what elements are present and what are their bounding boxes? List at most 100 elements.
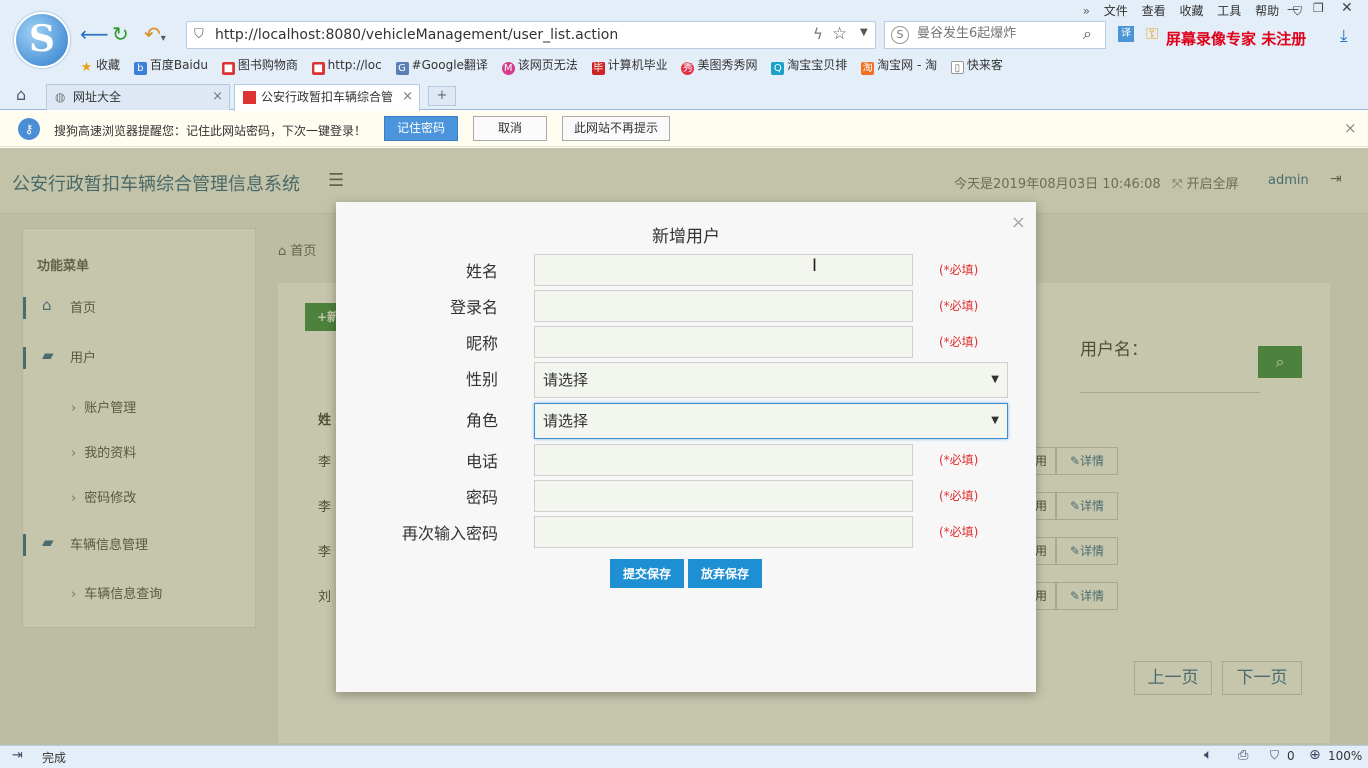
zoom-icon[interactable]: ⊕ xyxy=(1309,747,1321,763)
required-hint: (*必填) xyxy=(939,453,979,467)
bookmark-item[interactable]: ★ 收藏 xyxy=(80,56,120,74)
close-tab-icon[interactable]: × xyxy=(212,85,223,109)
caret-down-icon: ▼ xyxy=(991,374,999,385)
select-value: 请选择 xyxy=(543,412,589,430)
nickname-input[interactable] xyxy=(534,326,913,358)
add-user-modal: 新增用户 × 姓名 (*必填) 登录名 (*必填) 昵称 (*必填) 性别 请选… xyxy=(336,202,1036,692)
phone-input[interactable] xyxy=(534,444,913,476)
page-favicon-icon xyxy=(243,91,256,104)
close-tab-icon[interactable]: × xyxy=(402,85,413,109)
field-label-name: 姓名 xyxy=(465,262,498,281)
caret-down-icon: ▼ xyxy=(991,415,999,426)
menu-file[interactable]: 文件 xyxy=(1104,4,1128,18)
globe-icon: ◍ xyxy=(55,90,66,104)
bookmark-item[interactable]: 淘淘宝网 - 淘 xyxy=(861,56,937,75)
status-text: 完成 xyxy=(42,751,67,765)
info-message: 搜狗高速浏览器提醒您：记住此网站密码，下次一键登录！ xyxy=(54,124,367,138)
menu-bar: » 文件 查看 收藏 工具 帮助 ⛉ xyxy=(1073,2,1302,19)
zoom-level[interactable]: 100% xyxy=(1328,749,1362,763)
key-icon[interactable]: ⚿ xyxy=(1146,24,1158,44)
bookmarks-bar: ★ 收藏 b 百度Baidu ■ 图书购物商 ■ http://loc G #Google… xyxy=(80,56,1013,76)
more-icon[interactable]: » xyxy=(1083,4,1090,18)
refresh-icon[interactable]: ↻ xyxy=(112,22,129,46)
tab-nav[interactable]: ◍ 网址大全 × xyxy=(46,84,230,110)
recorder-watermark: 屏幕录像专家 未注册 xyxy=(1166,30,1307,48)
chevron-down-icon[interactable]: ▼ xyxy=(860,27,868,38)
home-icon[interactable]: ⌂ xyxy=(16,85,26,104)
cancel-button[interactable]: 取消 xyxy=(473,116,547,141)
bookmark-item[interactable]: ■ 图书购物商 xyxy=(221,56,298,75)
modal-title: 新增用户 xyxy=(652,227,720,247)
search-input[interactable] xyxy=(917,26,1077,41)
menu-favorites[interactable]: 收藏 xyxy=(1179,4,1203,18)
name-input[interactable] xyxy=(534,254,913,286)
field-label-confirm-password: 再次输入密码 xyxy=(401,524,498,543)
required-hint: (*必填) xyxy=(939,525,979,539)
bookmark-item[interactable]: 秀美图秀秀网 xyxy=(681,56,757,75)
never-remind-button[interactable]: 此网站不再提示 xyxy=(562,116,670,141)
menu-tools[interactable]: 工具 xyxy=(1217,4,1241,18)
password-input[interactable] xyxy=(534,480,913,512)
download-icon[interactable]: ⤓ xyxy=(1340,26,1348,46)
sidebar-toggle-icon[interactable]: ⇥ xyxy=(12,748,23,763)
remember-password-button[interactable]: 记住密码 xyxy=(384,116,458,141)
close-icon[interactable]: × xyxy=(1344,119,1357,137)
back-arrow-icon[interactable]: ⟵ xyxy=(80,22,109,46)
browser-toolbar: S ⟵ ↻ ↶▾ ⛉ http://localhost:8080/vehicle… xyxy=(0,0,1368,111)
field-label-login: 登录名 xyxy=(449,298,498,317)
menu-help[interactable]: 帮助 xyxy=(1255,4,1279,18)
role-select[interactable]: 请选择 ▼ xyxy=(534,403,1008,439)
field-label-gender: 性别 xyxy=(465,370,498,389)
required-hint: (*必填) xyxy=(939,489,979,503)
login-name-input[interactable] xyxy=(534,290,913,322)
password-info-bar: ⚷ 搜狗高速浏览器提醒您：记住此网站密码，下次一键登录！ 记住密码 取消 此网站… xyxy=(0,111,1368,147)
sogou-logo[interactable]: S xyxy=(14,12,70,68)
tab-label: 公安行政暂扣车辆综合管 xyxy=(261,90,394,104)
tab-strip: ⌂ ◍ 网址大全 × 公安行政暂扣车辆综合管 × + xyxy=(0,81,1368,111)
bookmark-item[interactable]: ▯ 快来客 xyxy=(950,56,1003,74)
speaker-icon[interactable]: 🔈︎ xyxy=(1204,747,1212,763)
bookmark-item[interactable]: M 该网页无法 xyxy=(501,56,578,75)
search-icon[interactable]: ⌕ xyxy=(1083,24,1092,44)
new-tab-button[interactable]: + xyxy=(428,86,456,106)
close-icon[interactable]: × xyxy=(1011,212,1026,233)
tab-label: 网址大全 xyxy=(73,90,122,104)
select-value: 请选择 xyxy=(543,371,589,389)
print-icon[interactable]: ⎙ xyxy=(1238,748,1248,763)
bookmark-item[interactable]: G #Google翻译 xyxy=(395,56,488,75)
field-label-password: 密码 xyxy=(465,488,498,507)
status-bar: ⇥ 完成 🔈︎ ⎙ ⛉ 0 ⊕ 100% xyxy=(0,745,1368,768)
sogou-search-icon: S xyxy=(891,26,909,44)
confirm-password-input[interactable] xyxy=(534,516,913,548)
submit-save-button[interactable]: 提交保存 xyxy=(610,559,684,588)
url-text[interactable]: http://localhost:8080/vehicleManagement/… xyxy=(215,27,618,43)
restore-icon[interactable]: ❐ xyxy=(1313,1,1324,15)
blocked-count: 0 xyxy=(1287,749,1295,763)
minimize-icon[interactable]: — xyxy=(1287,2,1299,16)
adblock-icon[interactable]: ⛉ xyxy=(1270,748,1279,763)
close-window-icon[interactable]: ✕ xyxy=(1341,0,1353,16)
shield-icon: ⛉ xyxy=(194,27,204,42)
star-icon[interactable]: ☆ xyxy=(832,24,847,44)
translate-icon[interactable]: 译 xyxy=(1118,26,1134,42)
undo-icon[interactable]: ↶▾ xyxy=(144,22,166,51)
required-hint: (*必填) xyxy=(939,299,979,313)
bookmark-item[interactable]: Q 淘宝宝贝排 xyxy=(771,56,847,75)
search-box[interactable]: S ⌕ xyxy=(884,21,1106,49)
bookmark-item[interactable]: ■ http://loc xyxy=(311,58,382,75)
menu-view[interactable]: 查看 xyxy=(1142,4,1166,18)
discard-save-button[interactable]: 放弃保存 xyxy=(688,559,762,588)
field-label-phone: 电话 xyxy=(465,452,498,471)
bookmark-item[interactable]: b 百度Baidu xyxy=(133,56,208,75)
key-icon: ⚷ xyxy=(18,118,40,140)
field-label-role: 角色 xyxy=(465,411,498,430)
tab-active[interactable]: 公安行政暂扣车辆综合管 × xyxy=(234,84,420,111)
gender-select[interactable]: 请选择 ▼ xyxy=(534,362,1008,398)
lightning-icon[interactable]: ϟ xyxy=(813,25,823,43)
address-bar[interactable]: ⛉ http://localhost:8080/vehicleManagemen… xyxy=(186,21,876,49)
text-cursor-icon: I xyxy=(812,256,818,276)
required-hint: (*必填) xyxy=(939,335,979,349)
field-label-nickname: 昵称 xyxy=(465,334,498,353)
bookmark-item[interactable]: 毕计算机毕业 xyxy=(591,56,668,75)
required-hint: (*必填) xyxy=(939,263,979,277)
